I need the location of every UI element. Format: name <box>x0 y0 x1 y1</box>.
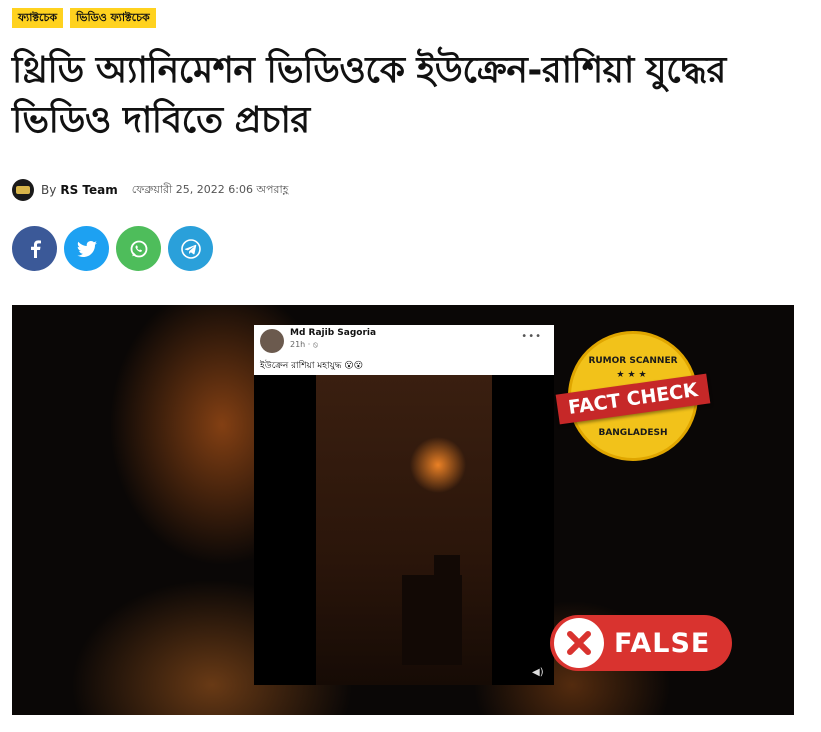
byline-prefix: By <box>41 183 57 197</box>
telegram-icon <box>180 238 201 259</box>
facebook-post-screenshot: Md Rajib Sagoria 21h · ⦸ ••• ইউক্রেন রাশ… <box>254 325 554 685</box>
fact-check-badge: RUMOR SCANNER ★★★ FACT CHECK BANGLADESH <box>555 331 711 461</box>
more-options-icon: ••• <box>521 331 542 342</box>
share-buttons <box>12 226 213 271</box>
tag-factcheck[interactable]: ফ্যাক্টচেক <box>12 8 64 28</box>
false-verdict-badge: FALSE <box>550 615 732 671</box>
badge-top-text: RUMOR SCANNER <box>588 356 678 366</box>
tag-video-factcheck[interactable]: ভিডিও ফ্যাক্টচেক <box>70 8 156 28</box>
facebook-icon <box>30 239 41 258</box>
x-icon <box>554 618 604 668</box>
author-avatar[interactable] <box>12 179 34 201</box>
article-meta: By RS Team ফেব্রুয়ারী 25, 2022 6:06 অপর… <box>12 178 288 202</box>
post-avatar <box>260 329 284 353</box>
whatsapp-icon <box>130 240 147 257</box>
telegram-share-button[interactable] <box>168 226 213 271</box>
post-caption: ইউক্রেন রাশিয়া মহাযুদ্ধ 😮😮 <box>260 361 364 371</box>
badge-ribbon: FACT CHECK <box>555 373 711 425</box>
badge-bottom-text: BANGLADESH <box>598 428 668 438</box>
twitter-share-button[interactable] <box>64 226 109 271</box>
publish-date: ফেব্রুয়ারী 25, 2022 6:06 অপরাহ্ণ <box>131 182 289 196</box>
volume-icon: ◀) <box>532 667 544 678</box>
twitter-icon <box>76 240 97 257</box>
author-name[interactable]: RS Team <box>60 183 117 197</box>
video-frame <box>316 375 492 685</box>
post-author-name: Md Rajib Sagoria <box>290 328 377 338</box>
post-header: Md Rajib Sagoria 21h · ⦸ ••• ইউক্রেন রাশ… <box>254 325 554 375</box>
post-timestamp: 21h · ⦸ <box>290 340 319 349</box>
category-tags: ফ্যাক্টচেক ভিডিও ফ্যাক্টচেক <box>12 8 156 28</box>
building-silhouette <box>434 555 460 595</box>
verdict-label: FALSE <box>614 627 711 659</box>
article-title: থ্রিডি অ্যানিমেশন ভিডিওকে ইউক্রেন-রাশিয়… <box>12 50 726 141</box>
whatsapp-share-button[interactable] <box>116 226 161 271</box>
facebook-share-button[interactable] <box>12 226 57 271</box>
featured-image[interactable]: Md Rajib Sagoria 21h · ⦸ ••• ইউক্রেন রাশ… <box>12 305 794 715</box>
